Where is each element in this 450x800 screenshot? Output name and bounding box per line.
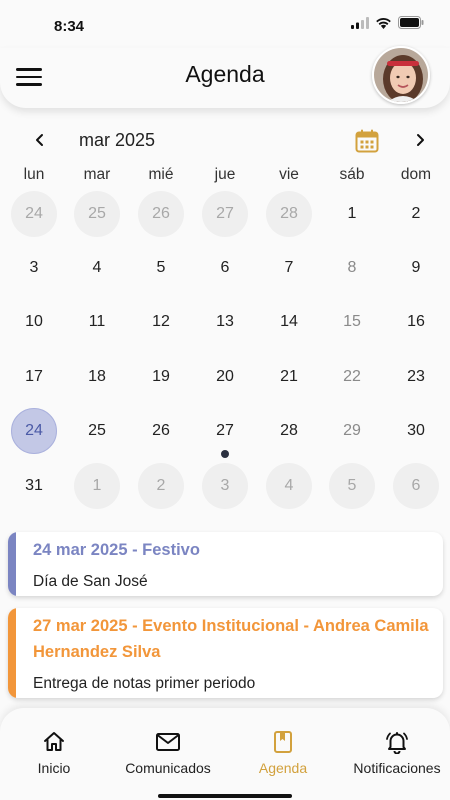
calendar-day[interactable]: 26 — [138, 408, 184, 454]
home-indicator — [158, 794, 292, 798]
home-icon — [44, 732, 64, 751]
chevron-right-icon — [417, 134, 424, 146]
calendar-day[interactable]: 13 — [202, 299, 248, 345]
status-bar: 8:34 — [0, 0, 450, 48]
weekday-label: mié — [148, 166, 174, 183]
calendar-day[interactable]: 25 — [74, 191, 120, 237]
calendar-day[interactable]: 19 — [138, 354, 184, 400]
nav-agenda[interactable]: Agenda — [252, 730, 314, 776]
prev-month-button[interactable] — [28, 128, 52, 152]
calendar-day[interactable]: 10 — [11, 299, 57, 345]
calendar-day[interactable]: 17 — [11, 354, 57, 400]
mail-icon — [156, 733, 180, 751]
calendar-day[interactable]: 27 — [202, 408, 248, 454]
weekday-label: jue — [214, 166, 236, 183]
avatar[interactable] — [372, 46, 430, 104]
calendar-day[interactable]: 5 — [138, 245, 184, 291]
event-card-festivo[interactable]: 24 mar 2025 - Festivo Día de San José — [8, 532, 443, 596]
calendar-day[interactable]: 16 — [393, 299, 439, 345]
calendar-icon[interactable] — [354, 128, 380, 159]
calendar-day[interactable]: 11 — [74, 299, 120, 345]
nav-label: Notificaciones — [353, 760, 441, 776]
weekday-label: lun — [23, 166, 45, 183]
event-title: 24 mar 2025 - Festivo — [33, 541, 200, 559]
calendar-day[interactable]: 4 — [74, 245, 120, 291]
calendar-day[interactable]: 27 — [202, 191, 248, 237]
calendar-day[interactable]: 30 — [393, 408, 439, 454]
calendar-day[interactable]: 28 — [266, 408, 312, 454]
nav-label: Agenda — [258, 760, 308, 776]
month-navigation: mar 2025 — [0, 124, 450, 156]
calendar-day[interactable]: 15 — [329, 299, 375, 345]
calendar-day[interactable]: 20 — [202, 354, 248, 400]
calendar-day[interactable]: 21 — [266, 354, 312, 400]
calendar-day[interactable]: 4 — [266, 463, 312, 509]
calendar-day-selected[interactable]: 24 — [11, 408, 57, 454]
calendar-day[interactable]: 23 — [393, 354, 439, 400]
event-card-institucional[interactable]: 27 mar 2025 - Evento Institucional - And… — [8, 608, 443, 698]
calendar-day[interactable]: 1 — [74, 463, 120, 509]
event-title: 27 mar 2025 - Evento Institucional - And… — [33, 617, 429, 661]
bottom-navigation: Inicio Comunicados Agenda Notificaciones — [0, 708, 450, 800]
calendar-day[interactable]: 29 — [329, 408, 375, 454]
calendar-day[interactable]: 3 — [202, 463, 248, 509]
calendar-day[interactable]: 3 — [11, 245, 57, 291]
calendar-day[interactable]: 12 — [138, 299, 184, 345]
weekday-label: sáb — [339, 166, 365, 183]
weekday-label: vie — [279, 166, 299, 183]
calendar-day[interactable]: 25 — [74, 408, 120, 454]
calendar-day[interactable]: 18 — [74, 354, 120, 400]
calendar-day[interactable]: 28 — [266, 191, 312, 237]
nav-inicio[interactable]: Inicio — [28, 730, 80, 776]
calendar-day[interactable]: 5 — [329, 463, 375, 509]
bell-icon — [386, 732, 408, 754]
calendar-day[interactable]: 7 — [266, 245, 312, 291]
event-description: Día de San José — [33, 573, 148, 590]
calendar-day[interactable]: 31 — [11, 463, 57, 509]
calendar-day[interactable]: 14 — [266, 299, 312, 345]
nav-label: Comunicados — [125, 760, 211, 776]
calendar-day[interactable]: 24 — [11, 191, 57, 237]
event-color-stripe — [8, 532, 16, 596]
weekday-label: dom — [400, 166, 432, 183]
calendar-day[interactable]: 9 — [393, 245, 439, 291]
calendar-day[interactable]: 1 — [329, 191, 375, 237]
calendar-day[interactable]: 6 — [393, 463, 439, 509]
status-time: 8:34 — [54, 18, 85, 35]
month-label: mar 2025 — [79, 130, 156, 150]
next-month-button[interactable] — [408, 128, 432, 152]
agenda-icon — [274, 731, 292, 753]
calendar-day[interactable]: 2 — [138, 463, 184, 509]
calendar-day[interactable]: 8 — [329, 245, 375, 291]
nav-comunicados[interactable]: Comunicados — [118, 730, 218, 776]
battery-icon — [398, 16, 424, 29]
event-description: Entrega de notas primer periodo — [33, 675, 256, 692]
calendar-day[interactable]: 26 — [138, 191, 184, 237]
signal-icon — [351, 16, 369, 29]
chevron-left-icon — [36, 134, 43, 146]
calendar-day[interactable]: 6 — [202, 245, 248, 291]
event-dot — [221, 450, 229, 458]
weekday-header: lun mar mié jue vie sáb dom — [0, 166, 450, 188]
app-bar: Agenda — [0, 46, 450, 108]
nav-notificaciones[interactable]: Notificaciones — [347, 730, 447, 776]
weekday-label: mar — [83, 166, 111, 183]
calendar-day[interactable]: 2 — [393, 191, 439, 237]
event-color-stripe — [8, 608, 16, 698]
calendar-day[interactable]: 22 — [329, 354, 375, 400]
nav-label: Inicio — [37, 760, 71, 776]
user-avatar-icon — [374, 48, 428, 102]
wifi-icon — [376, 17, 391, 29]
